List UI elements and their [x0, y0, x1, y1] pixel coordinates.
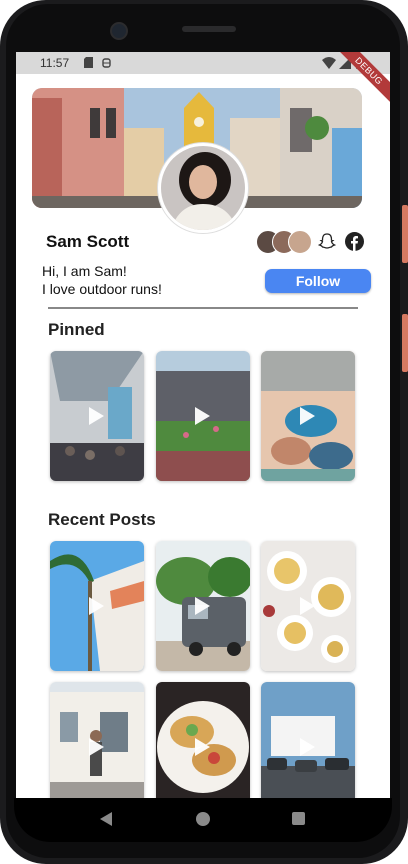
volume-button — [402, 314, 408, 372]
recent-apps-icon[interactable] — [292, 812, 305, 825]
app-screen: 11:57 DEBUG Sam Scott Hi, I am Sam! I lo… — [16, 52, 390, 798]
earpiece-speaker — [182, 26, 236, 32]
home-icon[interactable] — [196, 812, 210, 826]
status-bar: 11:57 DEBUG — [16, 52, 390, 107]
play-icon — [300, 738, 315, 756]
recent-post-thumb[interactable] — [156, 541, 250, 671]
android-nav-bar — [14, 798, 392, 842]
recent-post-thumb[interactable] — [50, 682, 144, 798]
recent-post-thumb[interactable] — [156, 682, 250, 798]
recent-post-thumb[interactable] — [50, 541, 144, 671]
bio-line: I love outdoor runs! — [42, 281, 162, 297]
section-divider — [48, 307, 358, 309]
snapchat-icon[interactable] — [318, 232, 336, 250]
front-camera — [110, 22, 128, 40]
play-icon — [300, 597, 315, 615]
profile-bio: Hi, I am Sam! I love outdoor runs! — [42, 262, 162, 298]
recent-post-thumb[interactable] — [261, 682, 355, 798]
wifi-icon — [322, 57, 336, 69]
friend-avatar[interactable] — [288, 230, 312, 254]
avatar-photo — [161, 146, 245, 230]
play-icon — [300, 407, 315, 425]
recent-posts-title: Recent Posts — [48, 510, 156, 529]
play-icon — [195, 597, 210, 615]
profile-name: Sam Scott — [46, 232, 130, 251]
play-icon — [195, 407, 210, 425]
bio-line: Hi, I am Sam! — [42, 263, 127, 279]
pinned-video-thumb[interactable] — [50, 351, 144, 481]
pinned-video-thumb[interactable] — [261, 351, 355, 481]
sd-card-icon — [84, 57, 93, 68]
follow-button[interactable]: Follow — [265, 269, 371, 293]
power-button — [402, 205, 408, 263]
pinned-video-thumb[interactable] — [156, 351, 250, 481]
play-icon — [89, 407, 104, 425]
profile-avatar[interactable] — [158, 143, 248, 233]
play-icon — [195, 738, 210, 756]
play-icon — [89, 738, 104, 756]
debug-bug-icon — [102, 58, 111, 68]
play-icon — [89, 597, 104, 615]
pinned-title: Pinned — [48, 320, 105, 339]
phone-frame: 11:57 DEBUG Sam Scott Hi, I am Sam! I lo… — [0, 0, 408, 864]
status-time: 11:57 — [40, 56, 70, 70]
back-icon[interactable] — [100, 812, 112, 826]
facebook-icon[interactable] — [345, 232, 364, 251]
recent-post-thumb[interactable] — [261, 541, 355, 671]
